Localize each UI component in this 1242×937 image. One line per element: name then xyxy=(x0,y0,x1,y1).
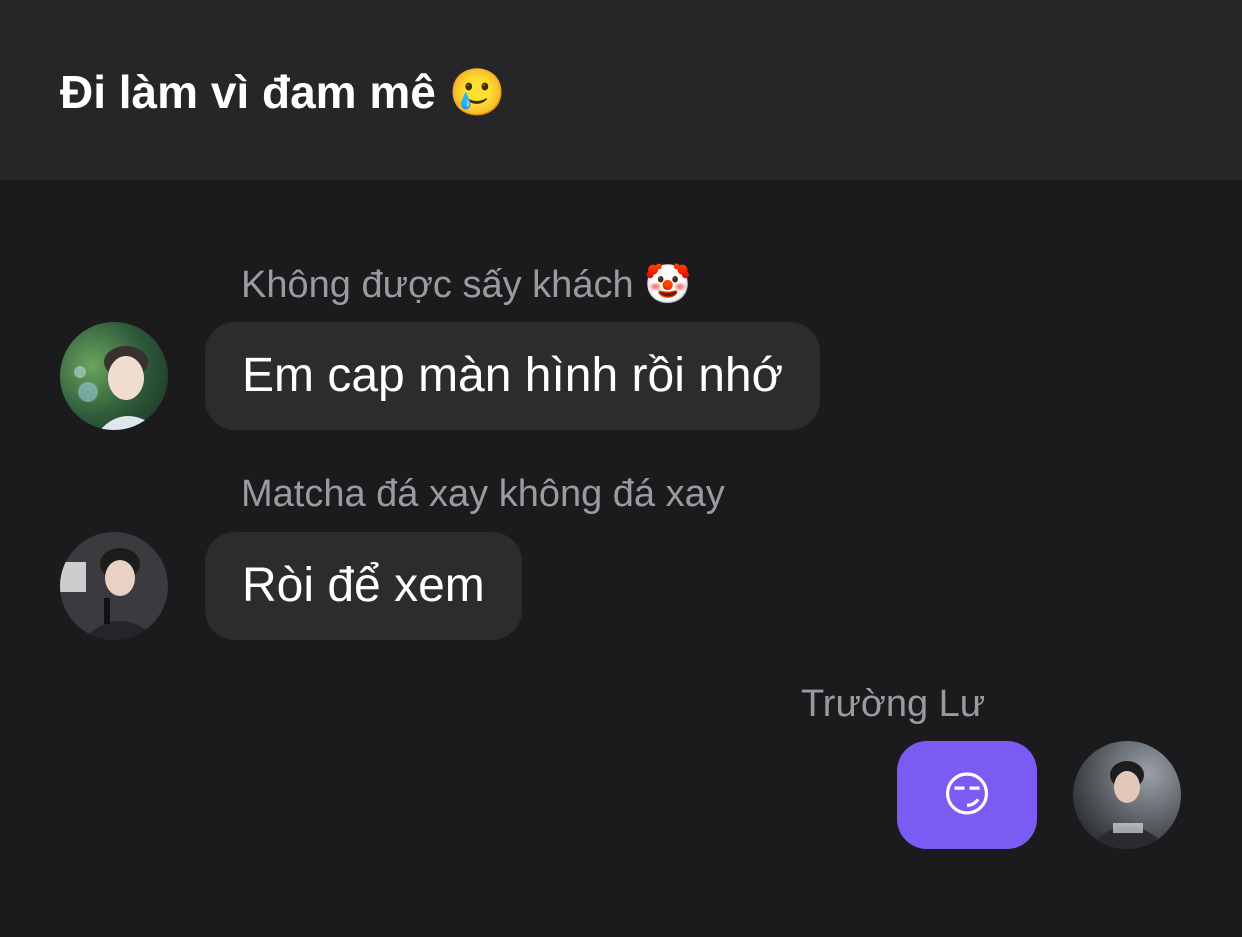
my-avatar[interactable] xyxy=(1073,741,1181,849)
chat-title-text: Đi làm vì đam mê xyxy=(60,66,436,118)
avatar-photo-icon xyxy=(1073,741,1181,849)
user-avatar[interactable] xyxy=(60,532,168,640)
user-avatar[interactable] xyxy=(60,322,168,430)
message-bubble[interactable]: Em cap màn hình rồi nhớ xyxy=(205,322,821,430)
sender-name-text: Trường Lư xyxy=(801,683,986,725)
message-text: Ròi để xem xyxy=(242,559,485,612)
sender-name: Không được sấy khách 🤡 xyxy=(241,260,691,309)
clown-emoji: 🤡 xyxy=(644,262,692,306)
my-message-bubble[interactable]: 😏 xyxy=(897,741,1037,849)
sender-name: Trường Lư xyxy=(801,680,985,728)
chat-header: Đi làm vì đam mê 🥲 xyxy=(0,0,1242,180)
message-list[interactable]: Không được sấy khách 🤡 Em cap màn hình r… xyxy=(0,180,1242,937)
sender-name-text: Matcha đá xay không đá xay xyxy=(241,473,725,515)
crying-smile-emoji: 🥲 xyxy=(448,65,506,119)
smirk-emoji: 😏 xyxy=(941,767,993,823)
message-bubble[interactable]: Ròi để xem xyxy=(205,532,522,640)
message-text: Em cap màn hình rồi nhớ xyxy=(242,349,784,402)
avatar-photo-icon xyxy=(60,532,168,640)
sender-name-text: Không được sấy khách xyxy=(241,264,634,306)
chat-title[interactable]: Đi làm vì đam mê 🥲 xyxy=(60,60,506,124)
avatar-photo-icon xyxy=(60,322,168,430)
sender-name: Matcha đá xay không đá xay xyxy=(241,470,725,518)
